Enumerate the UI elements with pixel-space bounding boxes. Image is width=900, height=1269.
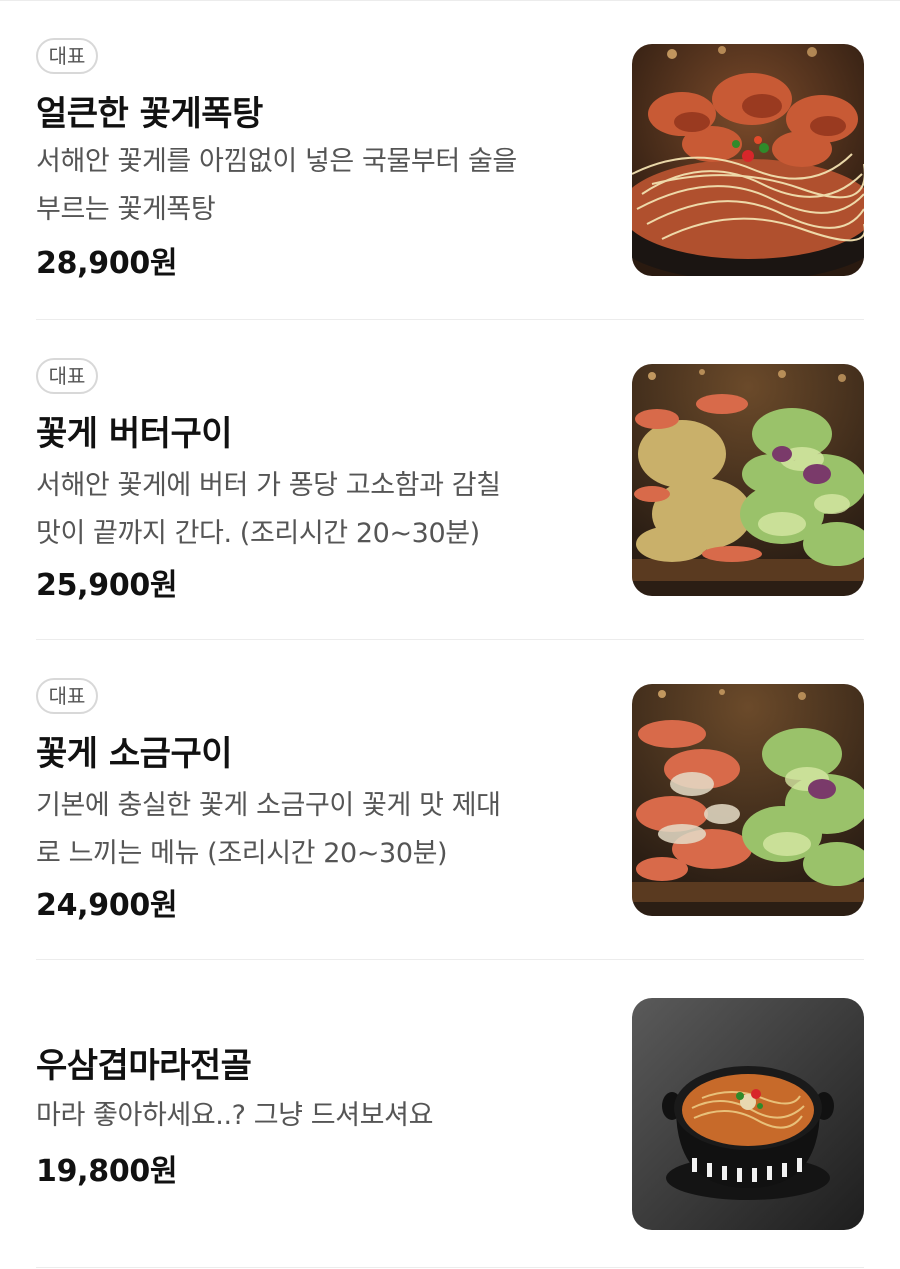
menu-item-description-line: 마라 좋아하세요..? 그냥 드셔보셔요 <box>36 1100 434 1131</box>
menu-item-spicy-crab-stew[interactable]: 대표 얼큰한 꽃게폭탕 서해안 꽃게를 아낌없이 넣은 국물부터 술을 부르는 … <box>36 0 864 320</box>
menu-item-price: 25,900원 <box>36 568 178 603</box>
spicy-crab-stew-photo[interactable] <box>632 44 864 276</box>
menu-item-description: 서해안 꽃게를 아낌없이 넣은 국물부터 술을 부르는 꽃게폭탕 <box>36 138 596 234</box>
menu-item-price: 19,800원 <box>36 1154 178 1189</box>
menu-item-name: 꽃게 버터구이 <box>36 414 233 454</box>
menu-item-name: 꽃게 소금구이 <box>36 734 233 774</box>
butter-grilled-crab-photo[interactable] <box>632 364 864 596</box>
menu-item-name: 얼큰한 꽃게폭탕 <box>36 94 263 134</box>
menu-item-mala-hotpot[interactable]: 우삼겹마라전골 마라 좋아하세요..? 그냥 드셔보셔요 19,800원 <box>36 960 864 1268</box>
menu-item-description-line: 로 느끼는 메뉴 (조리시간 20~30분) <box>36 838 448 869</box>
menu-item-description-line: 맛이 끝까지 간다. (조리시간 20~30분) <box>36 518 480 549</box>
menu-item-description-line: 부르는 꽃게폭탕 <box>36 194 216 225</box>
menu-item-salt-grilled-crab[interactable]: 대표 꽃게 소금구이 기본에 충실한 꽃게 소금구이 꽃게 맛 제대 로 느끼는… <box>36 640 864 960</box>
menu-item-description: 기본에 충실한 꽃게 소금구이 꽃게 맛 제대 로 느끼는 메뉴 (조리시간 2… <box>36 782 596 878</box>
signature-badge: 대표 <box>36 358 98 394</box>
signature-badge: 대표 <box>36 678 98 714</box>
menu-item-price: 24,900원 <box>36 888 178 923</box>
mala-hotpot-photo[interactable] <box>632 998 864 1230</box>
menu-item-description-line: 서해안 꽃게를 아낌없이 넣은 국물부터 술을 <box>36 146 517 177</box>
salt-grilled-crab-photo[interactable] <box>632 684 864 916</box>
menu-item-description-line: 서해안 꽃게에 버터 가 퐁당 고소함과 감칠 <box>36 470 501 501</box>
menu-item-butter-grilled-crab[interactable]: 대표 꽃게 버터구이 서해안 꽃게에 버터 가 퐁당 고소함과 감칠 맛이 끝까… <box>36 320 864 640</box>
menu-item-name: 우삼겹마라전골 <box>36 1046 252 1086</box>
signature-badge: 대표 <box>36 38 98 74</box>
menu-item-description-line: 기본에 충실한 꽃게 소금구이 꽃게 맛 제대 <box>36 790 501 821</box>
menu-item-description: 마라 좋아하세요..? 그냥 드셔보셔요 <box>36 1092 596 1140</box>
menu-item-price: 28,900원 <box>36 246 178 281</box>
menu-item-description: 서해안 꽃게에 버터 가 퐁당 고소함과 감칠 맛이 끝까지 간다. (조리시간… <box>36 462 596 558</box>
